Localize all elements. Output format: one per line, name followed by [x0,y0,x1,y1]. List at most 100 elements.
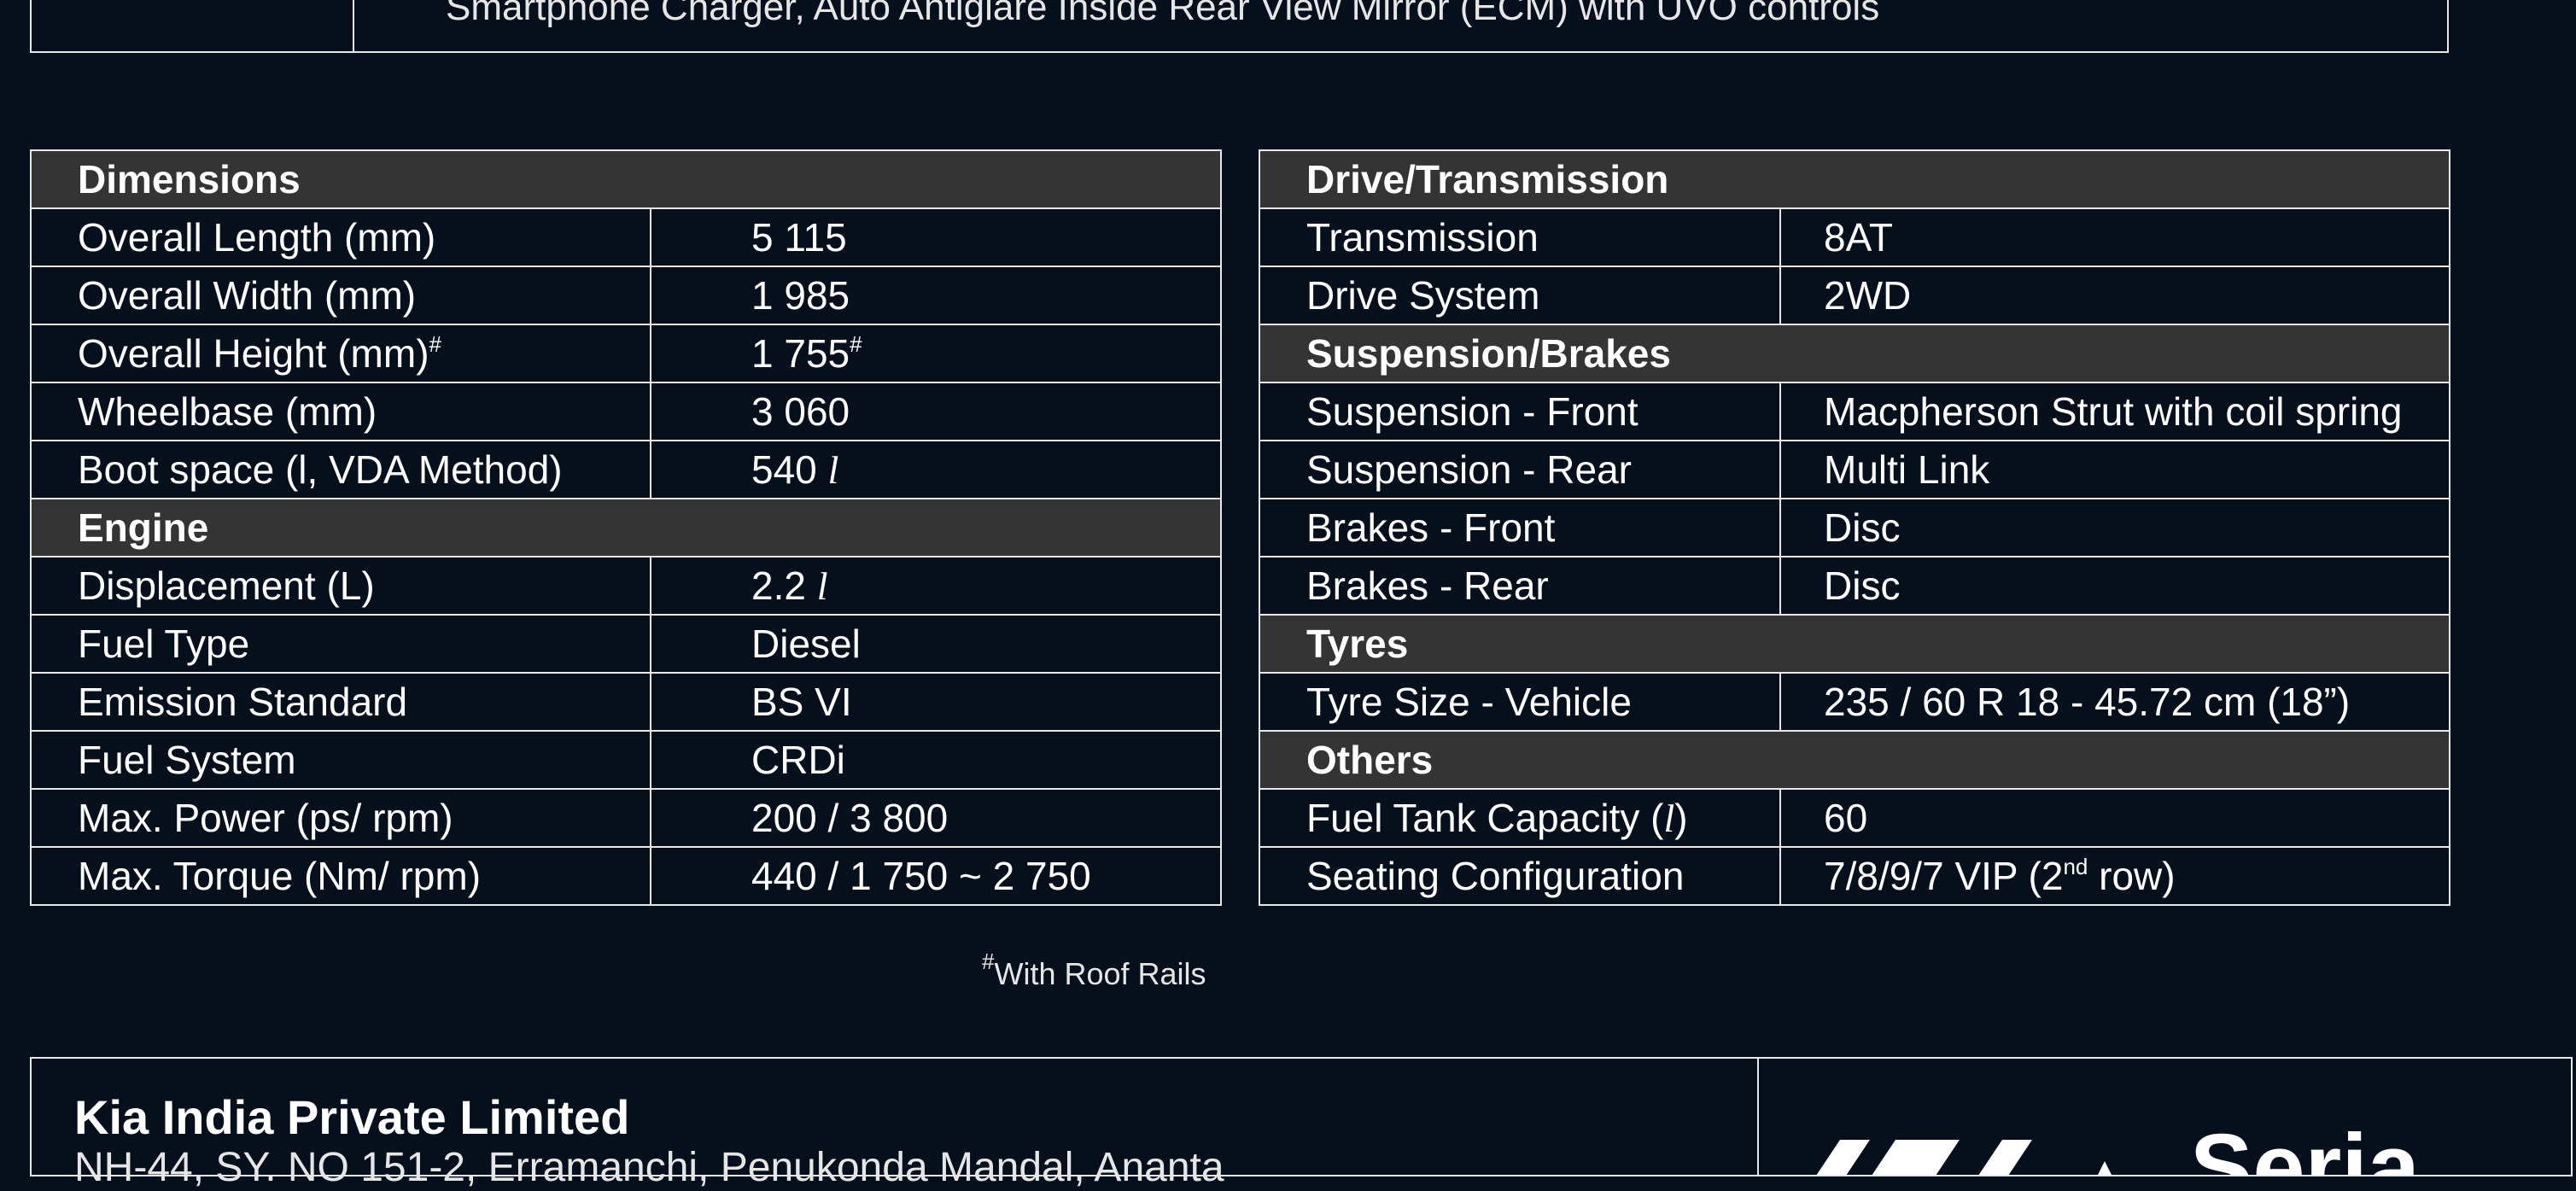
table-row: Tyre Size - Vehicle 235 / 60 R 18 - 45.7… [1259,672,2450,732]
ordinal-suffix: nd [2063,854,2088,879]
features-box: Smartphone Charger, Auto Antiglare Insid… [30,0,2449,53]
spec-label: Max. Power (ps/ rpm) [30,788,651,848]
logo-text: Seria [2190,1115,2421,1176]
table-row: Fuel System CRDi [30,730,1222,790]
table-row: Emission Standard BS VI [30,672,1222,732]
spec-label: Overall Height (mm)# [30,324,651,383]
spec-value: 2.2 l [650,556,1222,616]
spec-value: Disc [1779,556,2450,616]
spec-value-text: 1 755 [751,331,850,376]
spec-label: Transmission [1259,207,1781,267]
spec-label: Wheelbase (mm) [30,382,651,441]
spec-value: BS VI [650,672,1222,732]
table-row: Overall Width (mm) 1 985 [30,266,1222,325]
footnote: #With Roof Rails [982,950,1206,992]
column-divider [353,0,354,51]
spec-value: 60 [1779,788,2450,848]
spec-value: Disc [1779,498,2450,558]
section-row-suspension: Suspension/Brakes [1259,324,2450,383]
section-row-others: Others [1259,730,2450,790]
spec-value-text: row) [2088,854,2176,898]
spec-value: Macpherson Strut with coil spring [1779,382,2450,441]
table-row: Displacement (L) 2.2 l [30,556,1222,616]
spec-value: 1 755# [650,324,1222,383]
spec-value-text: 540 [751,447,817,492]
kia-logo-icon: Seria [1816,1115,2421,1176]
litre-symbol: l [827,448,839,492]
spec-label-text: Overall Height (mm) [78,331,429,376]
section-title-tyres: Tyres [1259,614,1780,674]
spec-value: 5 115 [650,207,1222,267]
logo-stroke [1978,1140,2032,1175]
spec-label: Fuel Type [30,614,651,674]
spec-label: Fuel Tank Capacity (l) [1259,788,1781,848]
spec-label: Fuel System [30,730,651,790]
logo-box: Seria [1757,1057,2573,1176]
spec-label: Displacement (L) [30,556,651,616]
table-row: Drive System 2WD [1259,266,2450,325]
spec-label: Brakes - Front [1259,498,1781,558]
table-row: Suspension - Rear Multi Link [1259,440,2450,499]
spec-table-left: Dimensions Overall Length (mm) 5 115 Ove… [30,149,1222,906]
spec-value: 3 060 [650,382,1222,441]
section-row-dimensions: Dimensions [30,149,1222,209]
spec-value: 200 / 3 800 [650,788,1222,848]
spec-value: 7/8/9/7 VIP (2nd row) [1779,846,2450,906]
spec-label: Brakes - Rear [1259,556,1781,616]
section-title-engine: Engine [30,498,651,558]
table-row: Brakes - Front Disc [1259,498,2450,558]
table-row: Fuel Tank Capacity (l) 60 [1259,788,2450,848]
footnote-text: With Roof Rails [994,956,1206,991]
table-row: Suspension - Front Macpherson Strut with… [1259,382,2450,441]
table-row: Overall Length (mm) 5 115 [30,207,1222,267]
table-row: Fuel Type Diesel [30,614,1222,674]
section-row-tyres: Tyres [1259,614,2450,674]
spec-value: Multi Link [1779,440,2450,499]
spec-label-text: ) [1674,796,1688,840]
logo-stroke [1816,1140,1870,1175]
table-row: Wheelbase (mm) 3 060 [30,382,1222,441]
spec-label-text: Fuel Tank Capacity ( [1306,796,1664,840]
hash-mark: # [850,331,862,357]
hash-mark: # [982,949,995,974]
features-text: Smartphone Charger, Auto Antiglare Insid… [446,0,1880,28]
logo-stroke [1872,1140,1960,1175]
company-name: Kia India Private Limited [74,1090,630,1144]
section-title-suspension: Suspension/Brakes [1259,324,1780,383]
section-row-engine: Engine [30,498,1222,558]
spec-label: Drive System [1259,266,1781,325]
spec-label: Boot space (l, VDA Method) [30,440,651,499]
spec-label: Overall Length (mm) [30,207,651,267]
spec-value-text: 2.2 [751,563,806,608]
litre-symbol: l [1663,797,1675,840]
spec-value: 1 985 [650,266,1222,325]
spec-value: 540 l [650,440,1222,499]
table-row: Max. Power (ps/ rpm) 200 / 3 800 [30,788,1222,848]
spec-label: Max. Torque (Nm/ rpm) [30,846,651,906]
table-row: Boot space (l, VDA Method) 540 l [30,440,1222,499]
company-box: Kia India Private Limited NH-44, SY. NO … [30,1057,1759,1190]
spec-label: Suspension - Rear [1259,440,1781,499]
spec-label: Tyre Size - Vehicle [1259,672,1781,732]
section-row-drive: Drive/Transmission [1259,149,2450,209]
table-row: Transmission 8AT [1259,207,2450,267]
spec-value: 8AT [1779,207,2450,267]
table-row: Max. Torque (Nm/ rpm) 440 / 1 750 ~ 2 75… [30,846,1222,906]
company-address: NH-44, SY. NO 151-2, Erramanchi, Penukon… [74,1145,1224,1190]
section-title-dimensions: Dimensions [30,149,651,209]
spec-label: Overall Width (mm) [30,266,651,325]
spec-label: Emission Standard [30,672,651,732]
hash-mark: # [429,331,441,357]
table-row: Seating Configuration 7/8/9/7 VIP (2nd r… [1259,846,2450,906]
section-title-drive: Drive/Transmission [1259,149,1780,209]
litre-symbol: l [816,564,828,608]
spec-value: 2WD [1779,266,2450,325]
spec-value-text: 7/8/9/7 VIP (2 [1824,854,2064,898]
logo-stroke [2098,1161,2112,1175]
spec-value: 235 / 60 R 18 - 45.72 cm (18”) [1779,672,2450,732]
spec-value: Diesel [650,614,1222,674]
spec-label: Suspension - Front [1259,382,1781,441]
table-row: Brakes - Rear Disc [1259,556,2450,616]
spec-table-right: Drive/Transmission Transmission 8AT Driv… [1259,149,2450,906]
spec-value: CRDi [650,730,1222,790]
